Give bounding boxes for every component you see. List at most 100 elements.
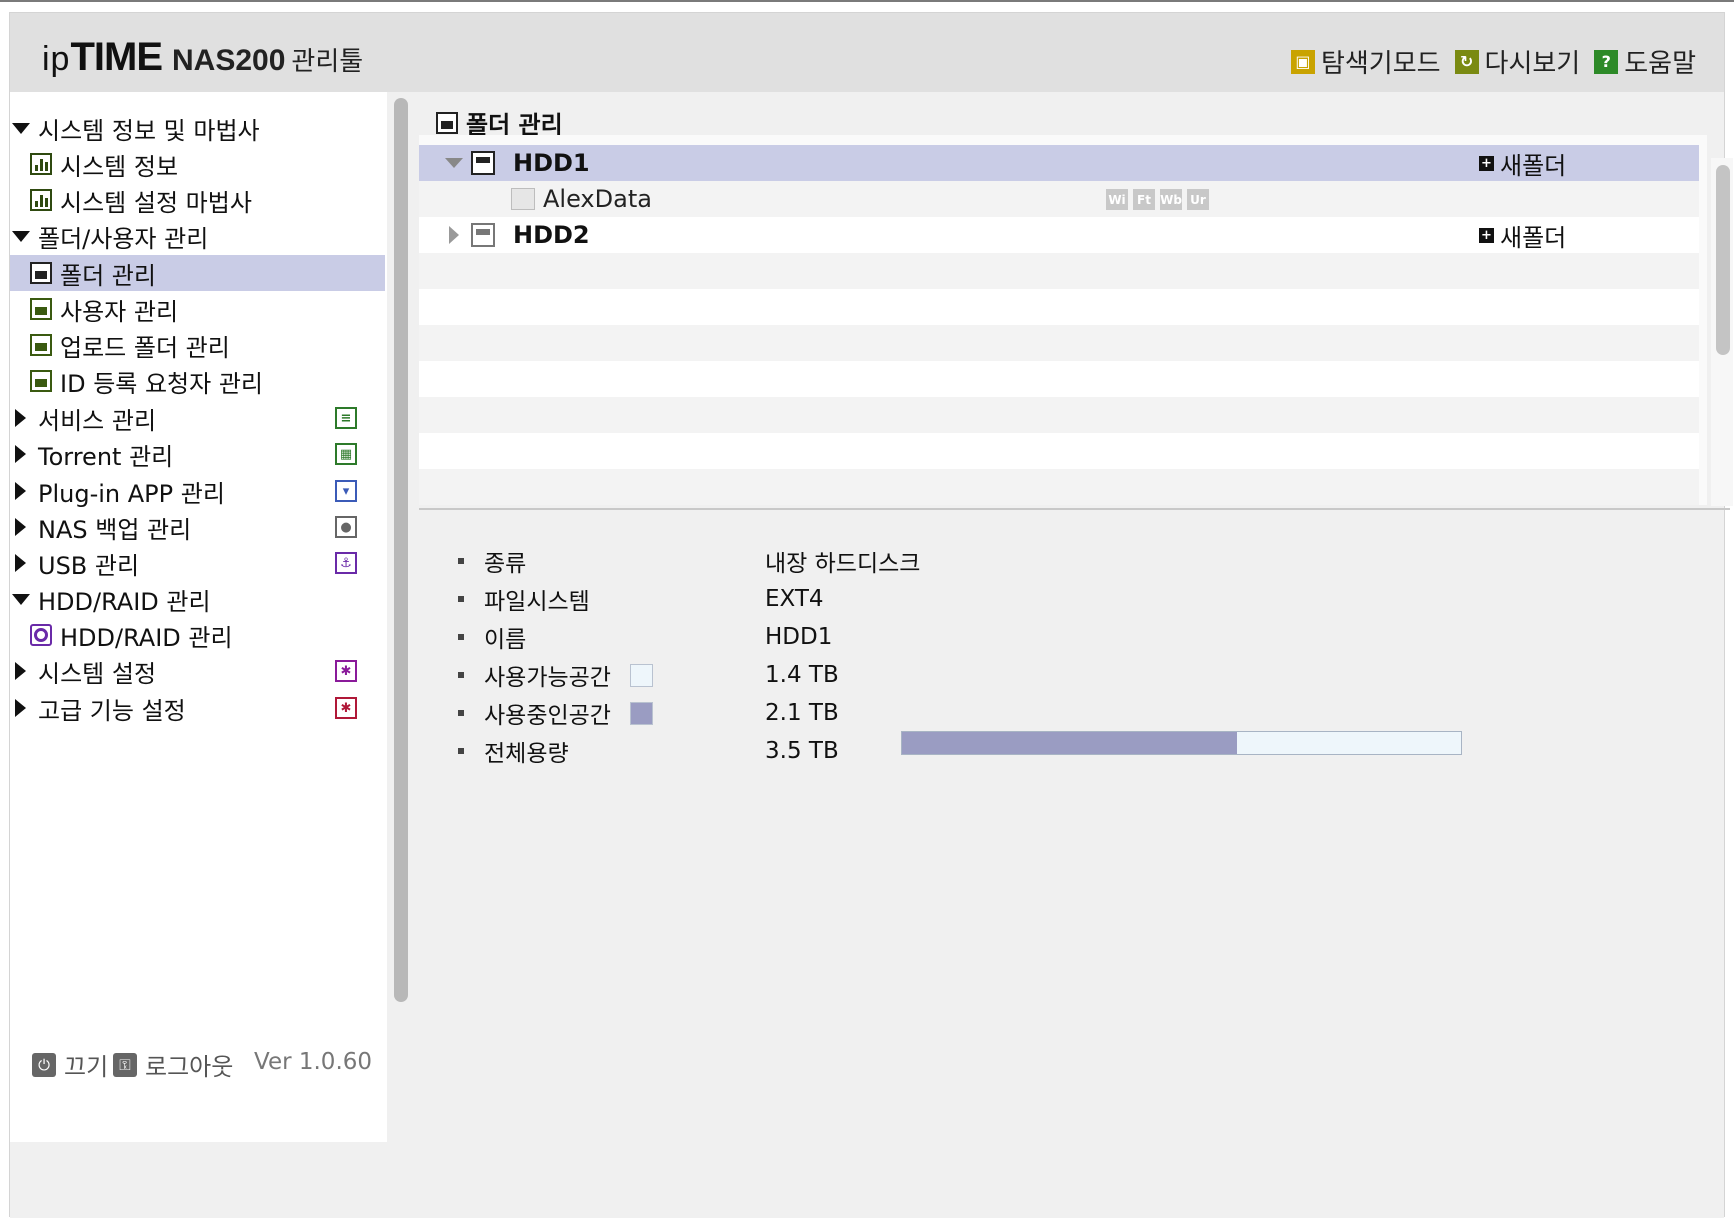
new-folder-button[interactable]: + 새폴더 — [1479, 218, 1566, 253]
bullet-icon — [458, 558, 464, 564]
nav-group-usb[interactable]: USB 관리 ⚓ — [10, 545, 387, 581]
version-label: Ver 1.0.60 — [254, 1049, 373, 1075]
tree-row-empty — [419, 433, 1699, 469]
info-label: 종류 — [484, 551, 527, 577]
nav-group-plugin[interactable]: Plug-in APP 관리 ▾ — [10, 473, 387, 509]
sidebar-item-system-info[interactable]: 시스템 정보 — [10, 146, 387, 182]
sidebar-item-label: 폴더 관리 — [60, 261, 156, 290]
power-icon: ⏻ — [32, 1052, 56, 1077]
nav-group-torrent[interactable]: Torrent 관리 ▦ — [10, 436, 387, 472]
tree-row-empty — [419, 469, 1699, 505]
hdd-icon — [471, 151, 495, 175]
plus-icon: + — [1479, 227, 1494, 243]
nav-group-folder-user[interactable]: 폴더/사용자 관리 — [10, 218, 387, 254]
sidebar-item-label: 사용자 관리 — [60, 297, 179, 326]
sidebar-item-hdd-raid[interactable]: HDD/RAID 관리 — [10, 617, 387, 653]
iptime-logo: ip TIME NAS200 관리툴 — [42, 35, 363, 80]
tree-label: AlexData — [543, 185, 652, 213]
nav-group-backup[interactable]: NAS 백업 관리 ● — [10, 509, 387, 545]
info-value: EXT4 — [765, 586, 824, 612]
service-icon: ≡ — [335, 407, 357, 429]
new-folder-button[interactable]: + 새폴더 — [1479, 146, 1566, 181]
logo-tool: 관리툴 — [291, 47, 364, 77]
tree-row-hdd1[interactable]: HDD1 + 새폴더 — [419, 145, 1699, 181]
sidebar-item-label: ID 등록 요청자 관리 — [60, 369, 264, 398]
backup-icon: ● — [335, 516, 357, 538]
nav-group-system-settings[interactable]: 시스템 설정 ✱ — [10, 653, 387, 689]
expanded-arrow-icon[interactable] — [445, 158, 463, 168]
sidebar-item-user-management[interactable]: 사용자 관리 — [10, 291, 387, 327]
usage-bar-fill — [902, 732, 1238, 754]
nav-group-system-info[interactable]: 시스템 정보 및 마법사 — [10, 110, 387, 146]
nav-group-label: 시스템 정보 및 마법사 — [38, 116, 260, 145]
sidebar-item-id-requests[interactable]: ID 등록 요청자 관리 — [10, 363, 387, 399]
expanded-arrow-icon — [12, 230, 30, 242]
top-border — [0, 0, 1734, 2]
hdd-icon — [471, 223, 495, 247]
help-label: 도움말 — [1624, 49, 1696, 79]
bullet-icon — [458, 634, 464, 640]
tree-row-empty — [419, 253, 1699, 289]
logo-ip: ip — [42, 40, 71, 78]
permission-badge: Ft — [1133, 189, 1155, 210]
nav-group-advanced[interactable]: 고급 기능 설정 ✱ — [10, 690, 387, 726]
permission-badge: Ur — [1187, 189, 1209, 210]
sidebar-scrollbar[interactable] — [394, 98, 408, 1002]
nav-group-label: Torrent 관리 — [38, 442, 174, 471]
sidebar-item-setup-wizard[interactable]: 시스템 설정 마법사 — [10, 182, 387, 218]
explorer-mode-icon: ▣ — [1290, 49, 1315, 74]
used-swatch — [630, 701, 653, 725]
power-off-button[interactable]: ⏻ 끄기 — [32, 1047, 108, 1082]
tree-row-alexdata[interactable]: AlexData Wi Ft Wb Ur — [419, 181, 1699, 217]
torrent-icon: ▦ — [335, 443, 357, 465]
nav-group-label: Plug-in APP 관리 — [38, 479, 225, 508]
refresh-link[interactable]: ↻ 다시보기 — [1454, 43, 1581, 80]
bullet-icon — [458, 596, 464, 602]
info-label: 사용가능공간 — [484, 665, 611, 691]
info-label: 이름 — [484, 627, 527, 653]
info-value: HDD1 — [765, 624, 833, 650]
nav-group-label: 고급 기능 설정 — [38, 696, 186, 725]
app-window: ip TIME NAS200 관리툴 ▣ 탐색기모드 ↻ 다시보기 ? 도움말 … — [9, 12, 1733, 1218]
logo-time: TIME — [70, 35, 163, 79]
info-label: 파일시스템 — [484, 589, 590, 615]
nav-group-hdd-raid[interactable]: HDD/RAID 관리 — [10, 581, 387, 617]
plugin-icon: ▾ — [335, 480, 357, 502]
sidebar-item-folder-management[interactable]: 폴더 관리 — [10, 255, 385, 291]
nav-group-label: USB 관리 — [38, 551, 140, 580]
nav-group-label: NAS 백업 관리 — [38, 515, 192, 544]
tree-row-hdd2[interactable]: HDD2 + 새폴더 — [419, 217, 1699, 253]
nav-group-service[interactable]: 서비스 관리 ≡ — [10, 400, 387, 436]
tree-scrollbar[interactable] — [1716, 165, 1730, 355]
info-value: 내장 하드디스크 — [765, 551, 921, 577]
folder-tree: HDD1 + 새폴더 AlexData Wi Ft Wb Ur HDD2 + 새… — [419, 135, 1707, 505]
tree-row-empty — [419, 397, 1699, 433]
folder-icon — [30, 298, 52, 320]
chart-icon — [30, 189, 52, 211]
sidebar-item-label: 업로드 폴더 관리 — [60, 333, 230, 362]
collapsed-arrow-icon — [15, 445, 26, 463]
sidebar-item-upload-folder[interactable]: 업로드 폴더 관리 — [10, 327, 387, 363]
collapsed-arrow-icon — [15, 409, 26, 427]
folder-icon — [30, 334, 52, 356]
new-folder-label: 새폴더 — [1500, 151, 1567, 180]
available-swatch — [630, 663, 653, 687]
usage-bar — [901, 731, 1462, 755]
folder-icon — [30, 370, 52, 392]
sidebar-item-label: 시스템 설정 마법사 — [60, 188, 252, 217]
logout-button[interactable]: ⚿ 로그아웃 — [113, 1047, 233, 1082]
collapsed-arrow-icon[interactable] — [449, 226, 459, 244]
collapsed-arrow-icon — [15, 699, 26, 717]
tree-row-empty — [419, 361, 1699, 397]
explorer-mode-link[interactable]: ▣ 탐색기모드 — [1290, 43, 1441, 80]
header: ip TIME NAS200 관리툴 ▣ 탐색기모드 ↻ 다시보기 ? 도움말 — [10, 13, 1724, 92]
help-link[interactable]: ? 도움말 — [1594, 43, 1696, 80]
collapsed-arrow-icon — [15, 482, 26, 500]
usb-icon: ⚓ — [335, 552, 357, 574]
new-folder-label: 새폴더 — [1500, 223, 1567, 252]
info-value: 1.4 TB — [765, 662, 839, 688]
logo-model: NAS200 — [172, 44, 286, 77]
refresh-label: 다시보기 — [1484, 49, 1581, 79]
tree-row-empty — [419, 325, 1699, 361]
divider — [419, 508, 1730, 510]
